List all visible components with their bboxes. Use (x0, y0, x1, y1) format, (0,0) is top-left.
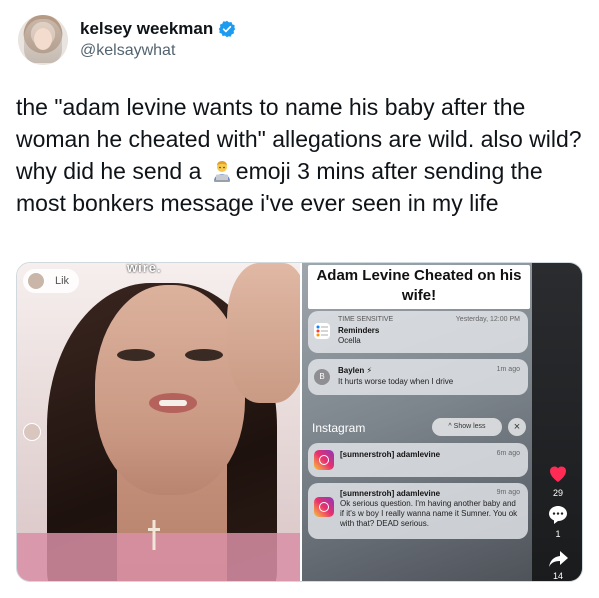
like-count: 29 (552, 488, 563, 498)
notification-body: Ok serious question. I'm having another … (340, 499, 518, 528)
mini-avatar (27, 272, 45, 290)
notification-body: It hurts worse today when I drive (338, 377, 454, 386)
contact-avatar-icon: B (314, 369, 330, 385)
instagram-icon (314, 497, 334, 517)
notification-time: Yesterday, 12:00 PM (455, 316, 520, 323)
photo-hand (227, 263, 300, 403)
like-chip[interactable]: Lik (23, 269, 80, 293)
photo-right-eye (185, 349, 223, 361)
avatar[interactable] (18, 15, 68, 65)
media-screenshot-right[interactable]: Adam Levine Cheated on his wife! TIME SE… (302, 263, 582, 581)
instagram-group-label: Instagram (312, 421, 366, 435)
handle[interactable]: @kelsaywhat (80, 42, 175, 60)
notification-reminders: TIME SENSITIVE Yesterday, 12:00 PM Remin… (308, 311, 528, 353)
notification-time: 9m ago (496, 489, 520, 496)
notification-message: B 1m ago Baylen ⚡ It hurts worse today w… (308, 359, 528, 395)
notification-time: 1m ago (496, 366, 520, 373)
show-less-button[interactable]: ^ Show less (432, 418, 502, 436)
video-side-actions: 29 1 14 (532, 263, 582, 581)
media-photo-left[interactable]: Lik wire. (17, 263, 300, 581)
comment-icon[interactable] (546, 503, 570, 527)
instagram-notification: [sumnerstroh] adamlevine 6m ago (308, 443, 528, 477)
video-title-line1: Adam Levine Cheated on his (316, 267, 522, 284)
photo-left-eye (117, 349, 155, 361)
avatar-face (34, 28, 52, 50)
notification-time: 6m ago (496, 450, 520, 457)
instagram-icon (314, 450, 334, 470)
comment-count: 1 (555, 529, 561, 539)
author-name-row: kelsey weekman (80, 19, 236, 39)
display-name[interactable]: kelsey weekman (80, 19, 213, 39)
photo-lips (149, 393, 197, 413)
close-button[interactable]: × (508, 418, 526, 436)
heart-icon[interactable] (546, 461, 570, 485)
caption-cut: wire. (127, 263, 162, 275)
photo-face (95, 285, 245, 495)
instagram-notification: [sumnerstroh] adamlevine 9m ago Ok serio… (308, 483, 528, 539)
notification-title: Reminders (338, 326, 380, 335)
notification-body: Ocella (338, 336, 361, 345)
video-title: Adam Levine Cheated on his wife! (308, 265, 530, 309)
share-count: 14 (552, 571, 563, 581)
side-avatar (23, 423, 41, 441)
notification-title: [sumnerstroh] adamlevine (340, 489, 441, 498)
like-chip-label: Lik (55, 275, 70, 287)
reminders-app-icon (314, 323, 330, 339)
notification-title: Baylen ⚡ (338, 366, 373, 375)
notification-title: [sumnerstroh] adamlevine (340, 450, 441, 459)
tweet-media[interactable]: Lik wire. Adam Levine Cheated on his wif… (16, 262, 583, 582)
notification-meta: TIME SENSITIVE (338, 316, 394, 323)
tweet-text: the "adam levine wants to name his baby … (16, 91, 586, 219)
video-title-line2: wife! (401, 287, 437, 304)
cross-necklace-icon (148, 520, 160, 550)
share-icon[interactable] (546, 547, 570, 571)
verified-badge-icon (219, 20, 236, 38)
man-technologist-emoji-icon (213, 161, 230, 182)
